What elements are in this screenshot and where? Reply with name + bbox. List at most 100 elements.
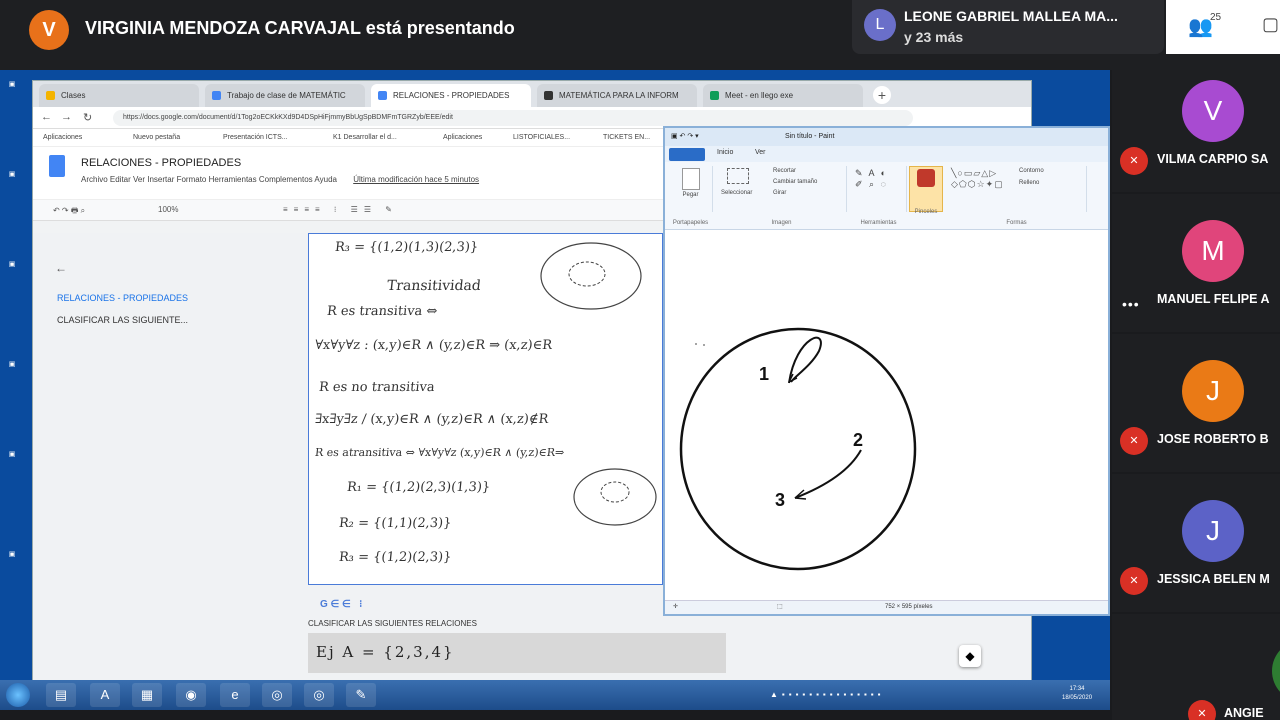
align-icons[interactable]: ≡≡≡≡ ⁝ ☰☰ ✎ (283, 205, 398, 214)
people-chat-panel-toggle[interactable]: 👥 25 ▢ (1166, 0, 1280, 54)
rotate-button[interactable]: Girar (773, 190, 786, 196)
paint-status-bar: ✛ ⬚ 752 × 595 píxeles (665, 600, 1108, 614)
undo-icon[interactable]: ↶ ↷ 🖶 ⌕ (53, 205, 85, 219)
example-image[interactable]: Ej A = {2,3,4} (308, 633, 726, 673)
resize-button[interactable]: Cambiar tamaño (773, 179, 817, 185)
back-icon[interactable]: ← (41, 111, 52, 123)
mic-off-icon: ✕ (1120, 567, 1148, 595)
active-speaker-card[interactable]: L LEONE GABRIEL MALLEA MA... y 23 más (852, 0, 1164, 54)
access-icon[interactable]: A (90, 683, 120, 707)
handwritten-line: R es transitiva ⇔ (326, 304, 439, 319)
mic-off-icon: ✕ (1120, 147, 1148, 175)
brush-icon (917, 169, 935, 187)
system-tray-icons[interactable]: ▲▪▪▪▪▪▪▪▪▪▪▪▪▪▪▪ (770, 690, 884, 699)
participant-name: JOSE ROBERTO B (1157, 432, 1269, 446)
paste-button[interactable]: Pegar (669, 192, 712, 198)
presenter-avatar: V (29, 10, 69, 50)
explorer-icon[interactable]: ▤ (46, 683, 76, 707)
mic-off-icon: ✕ (1188, 700, 1216, 720)
node-label: 1 (759, 364, 769, 384)
shared-screen: ▣ ▣ ▣ ▣ ▣ ▣ Clases Trabajo de clase de M… (0, 70, 1110, 710)
paint-tabs: Inicio Ver (665, 146, 1108, 162)
date: 18/05/2020 (1062, 695, 1093, 701)
meet-top-bar: V VIRGINIA MENDOZA CARVAJAL está present… (0, 0, 1280, 70)
new-tab-button[interactable]: + (873, 86, 891, 104)
browser-tab[interactable]: MATEMÁTICA PARA LA INFORM (537, 84, 697, 107)
docs-logo-icon[interactable] (49, 155, 65, 177)
forward-icon[interactable]: → (61, 111, 72, 123)
bookmark[interactable]: LISTOFICIALES... (513, 134, 570, 141)
zoom-select[interactable]: 100% (158, 205, 178, 214)
bookmark[interactable]: Presentación ICTS... (223, 134, 288, 141)
group-label: Pinceles (914, 209, 938, 215)
desktop-icon: ▣ (8, 551, 16, 558)
favicon-icon (378, 91, 387, 100)
favicon-icon (544, 91, 553, 100)
participant-tile[interactable]: ✕ ANGIE (1112, 614, 1280, 720)
quick-access-icons[interactable]: ▣ ↶ ↷ ▾ (671, 132, 699, 140)
browser-tab[interactable]: Clases (39, 84, 199, 107)
chat-icon[interactable]: ▢ (1262, 14, 1279, 35)
browser-tab-active[interactable]: RELACIONES - PROPIEDADES (371, 84, 531, 107)
window-title: Sin título - Paint (785, 133, 835, 140)
chrome-icon[interactable]: ◎ (304, 683, 334, 707)
crop-button[interactable]: Recortar (773, 168, 796, 174)
url-input[interactable]: https://docs.google.com/document/d/1Tog2… (113, 110, 913, 126)
tab-inicio[interactable]: Inicio (717, 149, 733, 156)
selection-icon: ⬚ (777, 604, 783, 610)
ie-icon[interactable]: e (220, 683, 250, 707)
select-button[interactable]: Seleccionar (721, 190, 752, 196)
tab-ver[interactable]: Ver (755, 149, 766, 156)
ribbon-group-shapes: ╲○▭▱△▷ ◇⬠⬡☆✦▢ Contorno Relleno Formas (947, 166, 1087, 226)
outline-button[interactable]: Contorno (1019, 168, 1044, 174)
participant-tile[interactable]: J ✕ JOSE ROBERTO B (1112, 334, 1280, 472)
comment-icons[interactable]: G ∈ ∈ ⁝ (320, 599, 362, 610)
outline-back-icon[interactable]: ← (55, 261, 67, 275)
handwritten-line: R₃ = {(1,2)(2,3)} (338, 550, 453, 565)
bookmark[interactable]: K1 Desarrollar el d... (333, 134, 397, 141)
participant-tile[interactable]: V ✕ VILMA CARPIO SA (1112, 54, 1280, 192)
document-page[interactable]: R₃ = {(1,2)(1,3)(2,3)} Transitividad R e… (308, 233, 663, 585)
ribbon-group-image: Seleccionar Recortar Cambiar tamaño Gira… (717, 166, 847, 226)
bookmark[interactable]: TICKETS EN... (603, 134, 650, 141)
document-title[interactable]: RELACIONES - PROPIEDADES (81, 157, 241, 169)
clock[interactable]: 17:34 18/05/2020 (1062, 685, 1092, 703)
outline-item[interactable]: CLASIFICAR LAS SIGUIENTE... (57, 315, 188, 325)
shapes-gallery-icons[interactable]: ╲○▭▱△▷ ◇⬠⬡☆✦▢ (951, 168, 1004, 190)
group-label: Portapapeles (672, 220, 709, 226)
fill-button[interactable]: Relleno (1019, 180, 1039, 186)
browser-tab[interactable]: Meet - en llego exe (703, 84, 863, 107)
chrome-icon[interactable]: ◎ (262, 683, 292, 707)
explore-button[interactable]: ◆ (959, 645, 981, 667)
favicon-icon (212, 91, 221, 100)
last-edit-link[interactable]: Última modificación hace 5 minutos (353, 175, 479, 184)
handwritten-line: R₂ = {(1,1)(2,3)} (338, 516, 453, 531)
browser-tab[interactable]: Trabajo de clase de MATEMÁTIC (205, 84, 365, 107)
windows-taskbar: ▤ A ▦ ◉ e ◎ ◎ ✎ ▲▪▪▪▪▪▪▪▪▪▪▪▪▪▪▪ 17:34 18… (0, 680, 1110, 710)
paste-icon[interactable] (681, 168, 700, 190)
outline-item[interactable]: RELACIONES - PROPIEDADES (57, 293, 188, 303)
bookmark[interactable]: Nuevo pestaña (133, 134, 180, 141)
avatar: M (1182, 220, 1244, 282)
firefox-icon[interactable]: ◉ (176, 683, 206, 707)
participant-tile[interactable]: M ••• MANUEL FELIPE A (1112, 194, 1280, 332)
desktop-icon: ▣ (8, 81, 16, 88)
avatar: J (1182, 360, 1244, 422)
start-button[interactable] (6, 683, 30, 707)
participant-tile[interactable]: J ✕ JESSICA BELEN M (1112, 474, 1280, 612)
bookmark[interactable]: Aplicaciones (43, 134, 82, 141)
paint-window: ▣ ↶ ↷ ▾ Sin título - Paint Inicio Ver Pe… (663, 126, 1110, 616)
time: 17:34 (1069, 686, 1085, 692)
reload-icon[interactable]: ↻ (83, 111, 92, 124)
docs-menu-bar[interactable]: Archivo Editar Ver Insertar Formato Herr… (81, 175, 479, 184)
brushes-button[interactable]: Pinceles (909, 166, 943, 215)
tools-icons[interactable]: ✎ A ◐ ✐ ⌕ ◌ (851, 166, 906, 192)
select-icon[interactable] (727, 168, 749, 184)
bookmark[interactable]: Aplicaciones (443, 134, 482, 141)
paint-canvas[interactable]: 1 2 3 (671, 236, 1106, 596)
desktop-icon: ▣ (8, 171, 16, 178)
file-menu-button[interactable] (669, 148, 705, 161)
folder-icon[interactable]: ▦ (132, 683, 162, 707)
paint-icon[interactable]: ✎ (346, 683, 376, 707)
menu-items[interactable]: Archivo Editar Ver Insertar Formato Herr… (81, 175, 337, 184)
